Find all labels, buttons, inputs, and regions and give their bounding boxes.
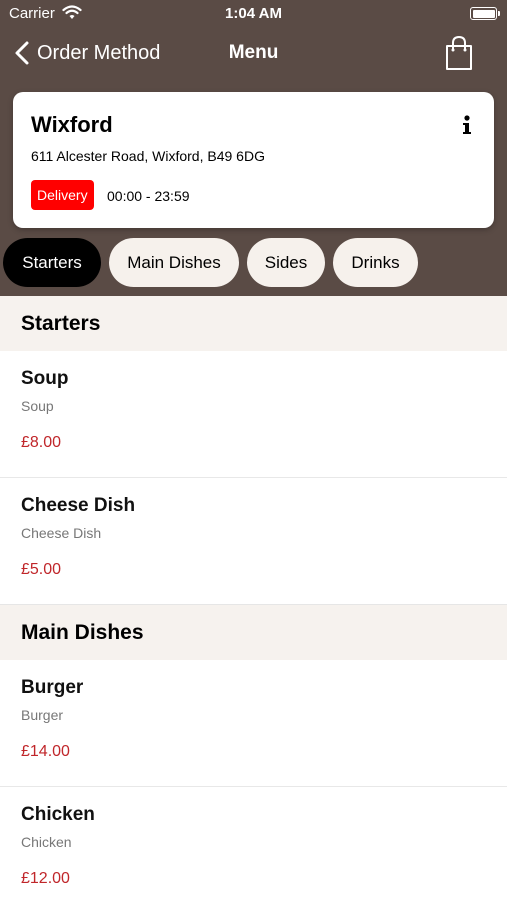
item-price: £12.00: [21, 870, 70, 887]
item-description: Cheese Dish: [21, 525, 102, 541]
section-header-main-dishes: Main Dishes: [0, 605, 507, 660]
item-description: Burger: [21, 707, 64, 723]
item-description: Soup: [21, 398, 54, 414]
clock: 1:04 AM: [225, 5, 282, 22]
item-price: £14.00: [21, 743, 70, 760]
item-price: £8.00: [21, 434, 62, 451]
battery-icon: [470, 7, 500, 20]
menu-item-burger[interactable]: Burger Burger £14.00: [0, 660, 507, 787]
store-card: Wixford 611 Alcester Road, Wixford, B49 …: [13, 92, 494, 228]
opening-hours: 00:00 - 23:59: [107, 188, 190, 204]
menu-list: Starters Soup Soup £8.00 Cheese Dish Che…: [0, 296, 507, 914]
item-name: Burger: [21, 677, 84, 698]
store-address: 611 Alcester Road, Wixford, B49 6DG: [31, 148, 265, 164]
tab-starters[interactable]: Starters: [3, 238, 101, 287]
delivery-badge: Delivery: [31, 180, 94, 210]
tab-sides[interactable]: Sides: [247, 238, 325, 287]
section-header-starters: Starters: [0, 296, 507, 351]
menu-item-cheese-dish[interactable]: Cheese Dish Cheese Dish £5.00: [0, 478, 507, 604]
shopping-bag-icon[interactable]: [444, 34, 474, 72]
info-icon[interactable]: [460, 114, 474, 136]
store-name: Wixford: [31, 112, 113, 137]
item-name: Chicken: [21, 804, 95, 825]
item-name: Soup: [21, 368, 69, 389]
page-title: Menu: [228, 42, 279, 63]
header-background: Carrier 1:04 AM Order Method Menu Wixfor…: [0, 0, 507, 296]
item-name: Cheese Dish: [21, 495, 136, 516]
item-description: Chicken: [21, 834, 72, 850]
menu-item-chicken[interactable]: Chicken Chicken £12.00: [0, 787, 507, 914]
menu-item-soup[interactable]: Soup Soup £8.00: [0, 351, 507, 478]
tab-main-dishes[interactable]: Main Dishes: [109, 238, 239, 287]
item-price: £5.00: [21, 561, 62, 578]
tab-drinks[interactable]: Drinks: [333, 238, 418, 287]
status-bar: Carrier 1:04 AM: [0, 0, 507, 28]
navigation-bar: Order Method Menu: [0, 28, 507, 78]
